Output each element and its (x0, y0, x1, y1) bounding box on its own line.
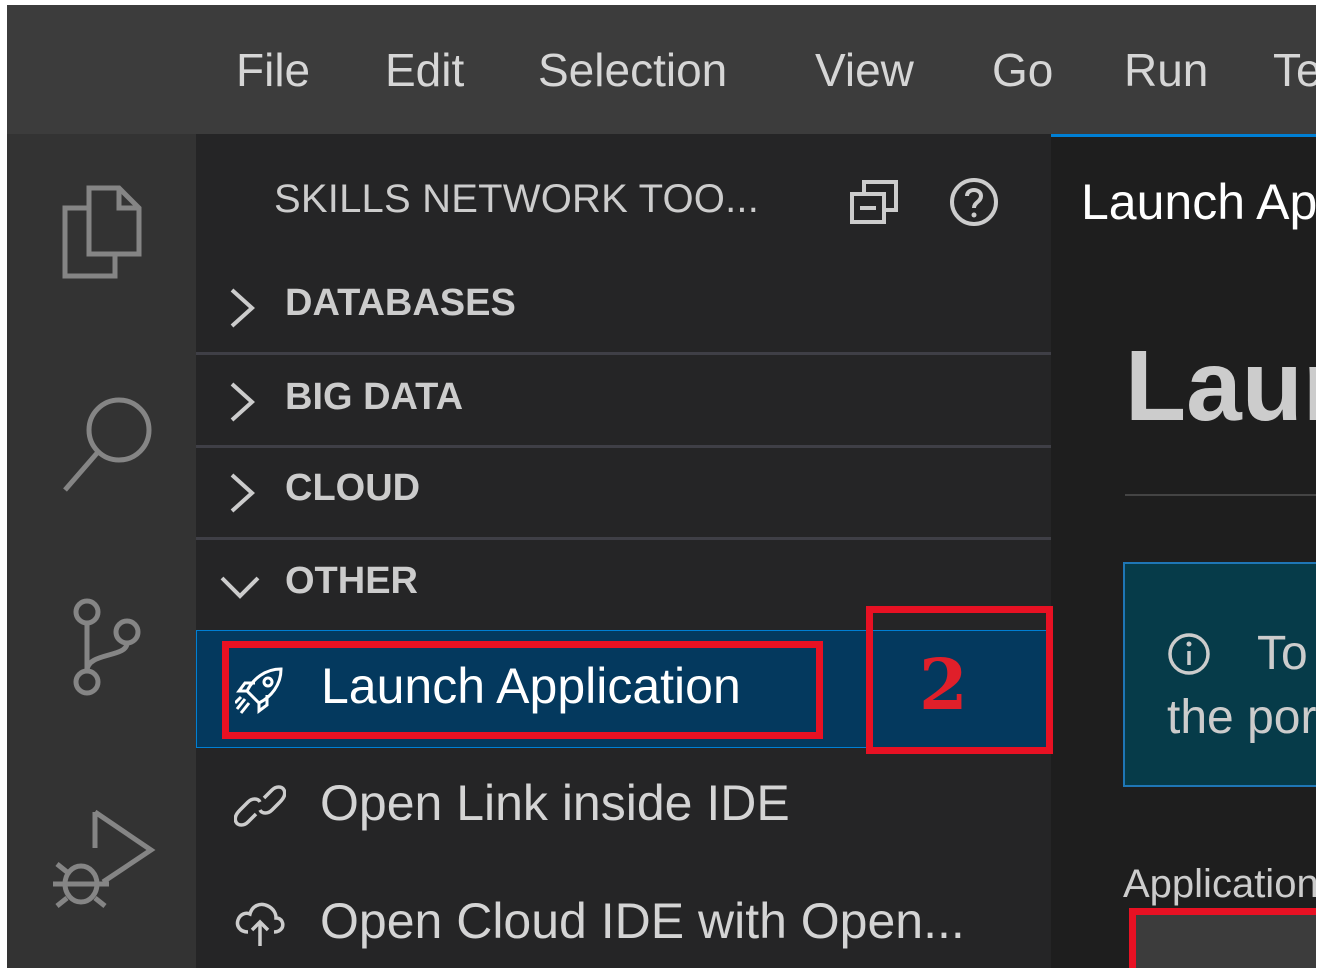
chevron-right-icon (226, 380, 258, 429)
editor-heading: Laun (1125, 330, 1316, 442)
menu-go[interactable]: Go (992, 43, 1053, 97)
chevron-right-icon (226, 286, 258, 335)
info-text-line1: To (1257, 627, 1308, 680)
application-field-label: Application (1123, 862, 1316, 906)
search-icon[interactable] (59, 390, 159, 499)
vscode-window: File Edit Selection View Go Run Te SKILL… (7, 5, 1316, 968)
highlight-launch-application (222, 641, 823, 739)
open-link-item[interactable]: Open Link inside IDE (196, 748, 1051, 866)
section-big-data[interactable]: BIG DATA (196, 356, 1051, 444)
sidebar-title: SKILLS NETWORK TOO... (274, 177, 760, 221)
step-number: 2 (919, 643, 968, 726)
editor-area: Launch Ap Laun To the por Application (1051, 134, 1316, 968)
open-cloud-ide-item[interactable]: Open Cloud IDE with Open... (196, 866, 1051, 968)
menu-bar: File Edit Selection View Go Run Te (7, 5, 1316, 134)
menu-selection[interactable]: Selection (538, 43, 727, 97)
menu-view[interactable]: View (815, 43, 914, 97)
section-label: DATABASES (285, 282, 516, 324)
info-banner: To the por (1123, 562, 1316, 787)
run-debug-icon[interactable] (51, 802, 161, 917)
menu-run[interactable]: Run (1124, 43, 1208, 97)
section-databases[interactable]: DATABASES (196, 262, 1051, 350)
activity-bar (7, 134, 196, 968)
menu-terminal[interactable]: Te (1273, 43, 1316, 97)
item-label: Open Cloud IDE with Open... (320, 893, 965, 949)
section-divider (196, 352, 1051, 355)
explorer-icon[interactable] (57, 180, 147, 285)
menu-file[interactable]: File (236, 43, 310, 97)
link-icon (233, 784, 287, 833)
cloud-upload-icon (234, 900, 286, 953)
section-label: CLOUD (285, 467, 421, 509)
help-icon[interactable] (948, 176, 1000, 233)
info-text-line2: the por (1167, 691, 1316, 744)
heading-divider (1125, 494, 1316, 496)
section-label: BIG DATA (285, 376, 464, 418)
info-icon (1167, 632, 1211, 681)
editor-tab-title: Launch Ap (1081, 174, 1316, 230)
item-label: Open Link inside IDE (320, 775, 790, 831)
menu-edit[interactable]: Edit (385, 43, 464, 97)
source-control-icon[interactable] (63, 596, 153, 701)
collapse-all-icon[interactable] (848, 179, 900, 230)
sidebar: SKILLS NETWORK TOO... DATABASES BIG DATA… (196, 134, 1051, 968)
highlight-application-input (1129, 908, 1316, 968)
section-label: OTHER (285, 560, 418, 602)
section-cloud[interactable]: CLOUD (196, 447, 1051, 535)
editor-tab[interactable]: Launch Ap (1051, 134, 1316, 262)
chevron-down-icon (218, 572, 262, 607)
chevron-right-icon (226, 471, 258, 520)
